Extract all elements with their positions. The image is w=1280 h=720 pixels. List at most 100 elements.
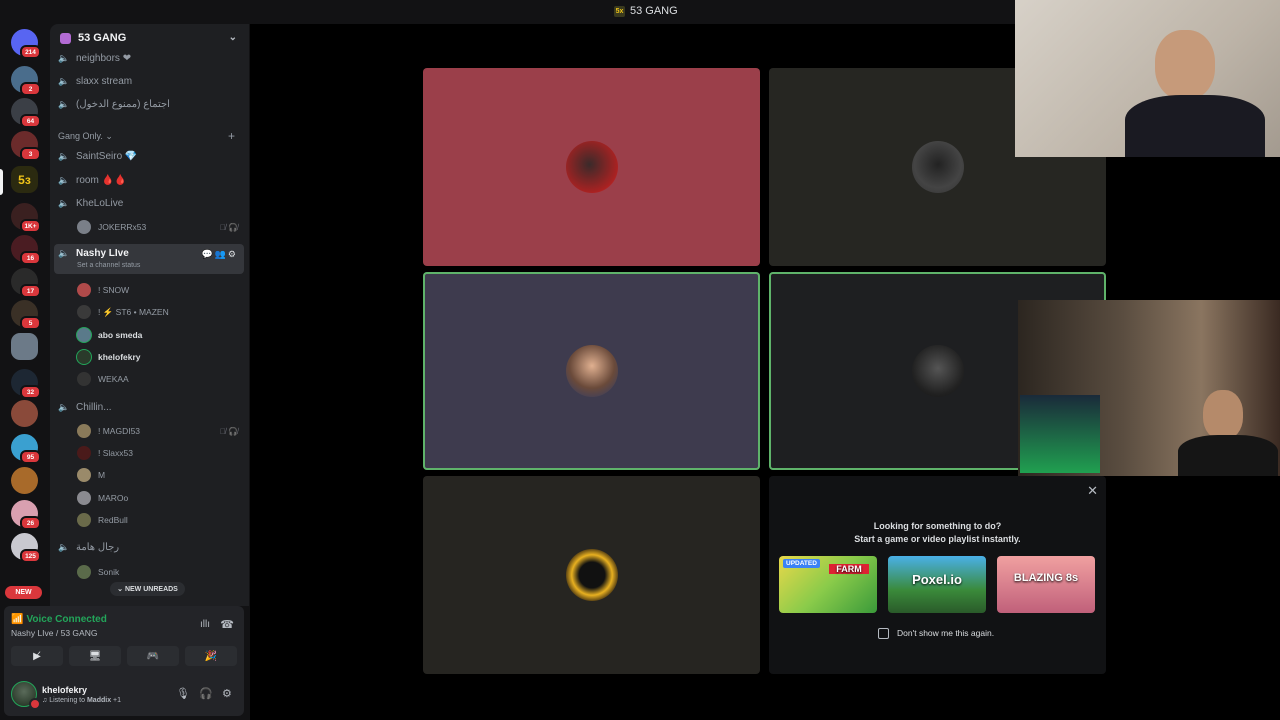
user-name: MAROo <box>98 493 129 503</box>
voice-status[interactable]: 📶 Voice Connected <box>11 614 107 625</box>
direct-messages-icon[interactable]: 214 <box>11 29 41 59</box>
server-icon[interactable]: 1K+ <box>11 203 41 233</box>
activity-card-poxel[interactable]: Poxel.io <box>888 556 986 613</box>
participant-tile[interactable] <box>423 476 760 674</box>
server-icon-53-gang[interactable]: 5з <box>11 166 38 193</box>
server-icon[interactable]: 5 <box>11 300 41 330</box>
channel-name: رجال هامة <box>76 541 120 553</box>
avatar <box>77 468 91 482</box>
channel-name: slaxx stream <box>76 75 133 87</box>
speaker-icon: 🔈 <box>58 150 70 161</box>
voice-user[interactable]: MAROo <box>77 489 242 507</box>
dont-show-label[interactable]: Don't show me this again. <box>897 628 994 638</box>
badge: 95 <box>20 450 41 464</box>
voice-channel-neighbors[interactable]: 🔈 neighbors ❤ <box>54 48 244 68</box>
server-icon[interactable]: 3 <box>11 131 41 161</box>
user-name: ! SNOW <box>98 285 130 295</box>
server-icon[interactable]: 95 <box>11 434 41 464</box>
new-unread-servers-pill[interactable]: NEW <box>5 586 42 599</box>
badge: 1K+ <box>20 219 41 233</box>
microphone-icon[interactable]: 🎙 <box>176 687 190 700</box>
voice-channel-saintseiro[interactable]: 🔈 SaintSeiro 💎 <box>54 146 244 166</box>
dont-show-checkbox[interactable] <box>878 628 889 639</box>
voice-channel-khelolive[interactable]: 🔈 KheLoLive <box>54 193 244 213</box>
channel-actions[interactable]: 💬👥⚙ <box>202 249 238 260</box>
noise-suppression-icon[interactable]: ıllı <box>200 619 210 630</box>
settings-gear-icon[interactable]: ⚙ <box>222 687 232 700</box>
screen-share-button[interactable]: 🖥 <box>69 646 121 666</box>
participant-avatar <box>565 141 618 193</box>
server-icon[interactable]: 17 <box>11 268 41 298</box>
webcam-pc-rgb <box>1020 395 1100 473</box>
badge: 17 <box>20 284 41 298</box>
activity-card-blazing-8s[interactable]: BLAZING 8s <box>997 556 1095 613</box>
new-unreads-button[interactable]: ⌄ NEW UNREADS <box>110 582 185 596</box>
voice-user[interactable]: ! MAGDI53 🎙̸ 🎧̸ <box>77 422 242 440</box>
voice-channel-meeting[interactable]: 🔈 اجتماع (ممنوع الدخول) <box>54 94 244 114</box>
channel-name: neighbors ❤ <box>76 52 132 64</box>
voice-user[interactable]: Sonik <box>77 563 242 581</box>
soundboard-button[interactable]: 🎉 <box>185 646 237 666</box>
server-icon: 5x <box>614 5 625 17</box>
add-channel-icon[interactable]: + <box>228 129 235 143</box>
camera-off-button[interactable]: ▶̸ <box>11 646 63 666</box>
badge: 125 <box>20 549 41 563</box>
channel-name: room 🩸🩸 <box>76 174 127 186</box>
screen-share-icon: 🖥 <box>88 650 102 662</box>
participant-tile-speaking[interactable] <box>423 272 760 470</box>
user-name: ! ⚡ ST6 • MAZEN <box>98 306 169 317</box>
channel-name: اجتماع (ممنوع الدخول) <box>76 98 170 110</box>
voice-user[interactable]: WEKAA <box>77 370 242 388</box>
user-name: Sonik <box>98 567 120 577</box>
voice-channel-men[interactable]: 🔈 رجال هامة <box>54 537 244 557</box>
voice-user-speaking[interactable]: abo smeda <box>77 326 242 344</box>
guild-boost-icon <box>60 32 71 44</box>
channel-name: Nashy LIve <box>76 248 129 259</box>
disconnect-icon[interactable]: ☎ <box>220 618 234 631</box>
server-icon[interactable]: 2 <box>11 66 41 96</box>
user-name[interactable]: khelofekry <box>42 685 87 695</box>
server-icon[interactable] <box>11 400 38 427</box>
server-icon[interactable]: 125 <box>11 533 41 563</box>
user-name: RedBull <box>98 515 128 525</box>
voice-user[interactable]: M <box>77 466 242 484</box>
voice-user[interactable]: JOKERRx53 🎙̸ 🎧̸ <box>77 218 242 236</box>
activities-button[interactable]: 🎮 <box>127 646 179 666</box>
voice-channel-link[interactable]: Nashy LIve / 53 GANG <box>11 628 97 638</box>
activity-subtitle: Start a game or video playlist instantly… <box>854 534 1021 544</box>
category-gang-only[interactable]: Gang Only. ⌄ + <box>58 129 235 143</box>
close-icon[interactable]: ✕ <box>1087 483 1098 499</box>
muted-deafened-icon: 🎙̸ 🎧̸ <box>219 426 238 436</box>
soundboard-icon: 🎉 <box>204 650 218 662</box>
voice-channel-room[interactable]: 🔈 room 🩸🩸 <box>54 170 244 190</box>
activity-card-farm[interactable]: UPDATED FARM <box>779 556 877 613</box>
voice-user[interactable]: ! ⚡ ST6 • MAZEN <box>77 303 242 321</box>
participant-avatar <box>911 345 964 397</box>
voice-user[interactable]: ! Slaxx53 <box>77 444 242 462</box>
voice-channel-chillin[interactable]: 🔈 Chillin... <box>54 397 244 417</box>
server-icon[interactable]: 64 <box>11 98 41 128</box>
chevron-down-icon: ⌄ <box>228 32 237 43</box>
server-icon[interactable] <box>11 467 38 494</box>
activity-suggestion-panel: ✕ Looking for something to do? Start a g… <box>769 476 1106 674</box>
server-icon[interactable] <box>11 333 38 360</box>
window-title: 5x 53 GANG <box>614 5 678 17</box>
selected-server-pill <box>0 169 3 195</box>
muted-deafened-icon: 🎙̸ 🎧̸ <box>219 222 238 232</box>
webcam-person-body <box>1178 435 1278 476</box>
voice-user[interactable]: ! SNOW <box>77 281 242 299</box>
participant-avatar <box>565 549 618 601</box>
participant-tile[interactable] <box>423 68 760 266</box>
voice-user[interactable]: RedBull <box>77 511 242 529</box>
voice-user-speaking[interactable]: khelofekry <box>77 348 242 366</box>
speaker-icon: 🔈 <box>58 52 70 63</box>
server-icon[interactable]: 26 <box>11 500 41 530</box>
server-icon[interactable]: 16 <box>11 235 41 265</box>
voice-channel-nashy-live[interactable]: 🔈 Nashy LIve Set a channel status 💬👥⚙ <box>54 244 244 274</box>
channel-status[interactable]: Set a channel status <box>77 262 140 269</box>
channel-name: Chillin... <box>76 401 112 413</box>
headphones-icon[interactable]: 🎧 <box>199 687 213 700</box>
webcam-person <box>1203 390 1243 440</box>
voice-channel-slaxx-stream[interactable]: 🔈 slaxx stream <box>54 71 244 91</box>
server-icon[interactable]: 32 <box>11 369 41 399</box>
